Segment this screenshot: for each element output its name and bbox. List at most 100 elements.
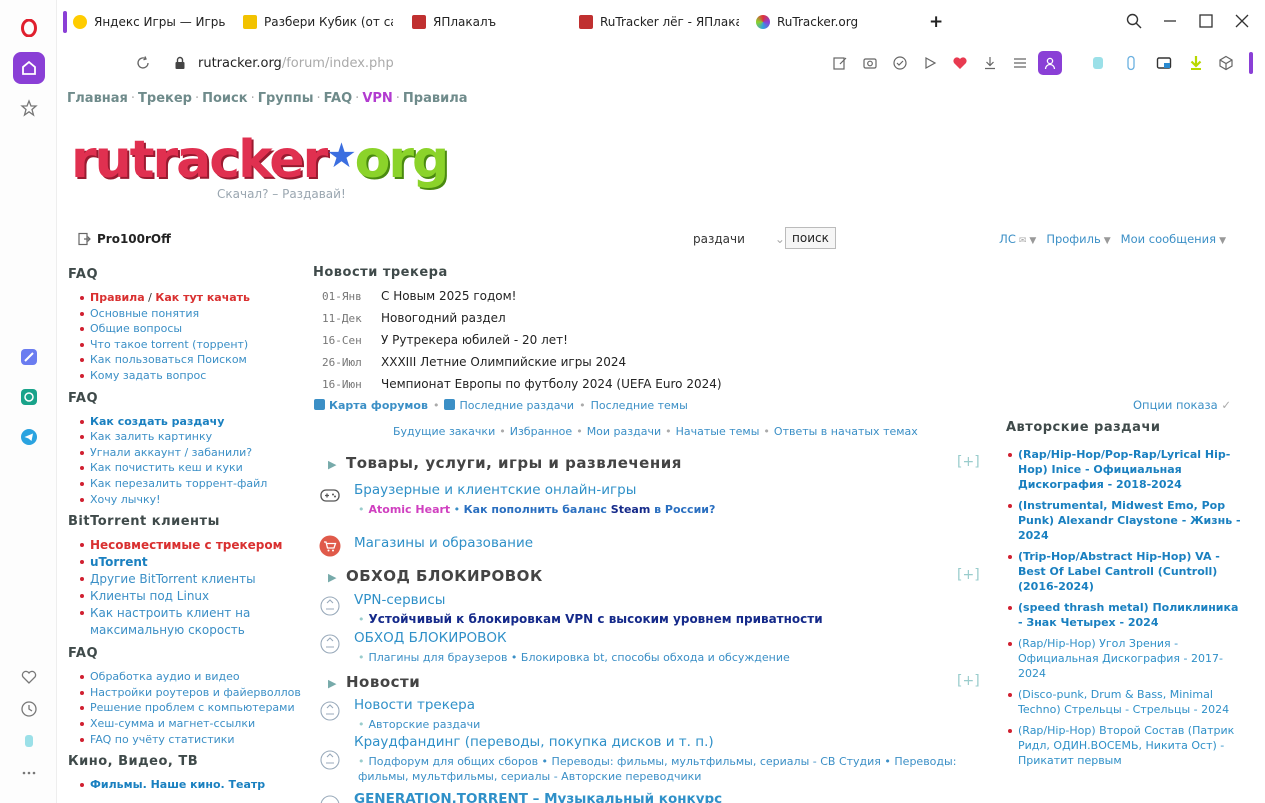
list-item[interactable]: (Disco-punk, Drum & Bass, Minimal Techno…: [1006, 687, 1246, 717]
subforum-links[interactable]: Подфорум для общих сборов • Переводы: фи…: [358, 755, 956, 783]
extension-cyan-icon[interactable]: [1090, 55, 1106, 71]
chevron-down-icon[interactable]: ▼: [1029, 236, 1036, 246]
display-options[interactable]: Опции показа ✓: [1133, 398, 1231, 412]
forum-map-link[interactable]: Карта форумов: [329, 399, 428, 412]
url-field[interactable]: rutracker.org/forum/index.php: [198, 56, 394, 71]
list-item[interactable]: Другие BitTorrent клиенты: [80, 571, 308, 588]
reload-icon[interactable]: [135, 55, 151, 71]
rules-link[interactable]: Правила: [90, 291, 145, 304]
forum-title-link[interactable]: Браузерные и клиентские онлайн-игры: [354, 482, 636, 498]
home-icon[interactable]: [13, 52, 45, 84]
recent-releases-link[interactable]: Последние раздачи: [459, 399, 574, 412]
list-item[interactable]: Фильмы. Наше кино. Театр: [80, 777, 308, 793]
maximize-icon[interactable]: [1197, 12, 1215, 30]
profile-button[interactable]: [1038, 51, 1062, 75]
list-item[interactable]: Как создать раздачу: [80, 414, 308, 430]
list-item[interactable]: Как пользоваться Поиском: [80, 352, 308, 368]
nav-rules[interactable]: Правила: [403, 91, 468, 106]
topic-link[interactable]: Устойчивый к блокировкам VPN с высоким у…: [369, 612, 823, 626]
forum-title-link[interactable]: Краудфандинг (переводы, покупка дисков и…: [354, 734, 714, 750]
cube-extension-icon[interactable]: [1218, 55, 1234, 71]
telegram-icon[interactable]: [13, 421, 45, 453]
news-link[interactable]: У Рутрекера юбилей - 20 лет!: [381, 333, 568, 347]
nav-groups[interactable]: Группы: [258, 91, 314, 106]
list-item[interactable]: (Rap/Hip-Hop) Второй Состав (Патрик Ридл…: [1006, 723, 1246, 768]
nav-tracker[interactable]: Трекер: [138, 91, 192, 106]
subforum-link[interactable]: Atomic Heart: [369, 503, 451, 516]
news-link[interactable]: Чемпионат Европы по футболу 2024 (UEFA E…: [381, 377, 722, 391]
easy-setup-icon[interactable]: [1012, 55, 1028, 71]
list-item[interactable]: (Trip-Hop/Abstract Hip-Hop) VA - Best Of…: [1006, 549, 1246, 594]
profile-link[interactable]: Профиль: [1046, 232, 1100, 246]
my-posts-link[interactable]: Мои сообщения: [1121, 232, 1216, 246]
downloads-icon[interactable]: [982, 55, 998, 71]
tab-rutracker-yaplakal[interactable]: RuTracker лёг - ЯПлакалъ: [579, 10, 739, 34]
list-item[interactable]: Угнали аккаунт / забанили?: [80, 445, 308, 461]
new-tab-button[interactable]: +: [929, 10, 949, 34]
chevron-down-icon[interactable]: ▼: [1219, 236, 1226, 246]
list-item[interactable]: Решение проблем с компьютерами: [80, 700, 308, 716]
tab-cube[interactable]: Разбери Кубик (от санк: [243, 10, 393, 34]
lock-icon[interactable]: [172, 55, 188, 71]
expand-button[interactable]: [+]: [957, 567, 980, 583]
aria-icon[interactable]: [13, 341, 45, 373]
snapshot-icon[interactable]: [862, 55, 878, 71]
security-icon[interactable]: [892, 55, 908, 71]
list-item[interactable]: Хеш-сумма и магнет-ссылки: [80, 716, 308, 732]
opera-logo-icon[interactable]: [13, 12, 45, 44]
heart-icon[interactable]: [13, 661, 45, 693]
download-arrow-icon[interactable]: [1188, 55, 1204, 71]
list-item[interactable]: Хочу лычку!: [80, 492, 308, 508]
topic-link[interactable]: Как пополнить баланс Steam в России?: [464, 503, 716, 516]
bookmarks-icon[interactable]: [13, 92, 45, 124]
history-icon[interactable]: [13, 693, 45, 725]
minimize-icon[interactable]: [1161, 12, 1179, 30]
list-item[interactable]: Настройки роутеров и файерволлов: [80, 685, 308, 701]
my-releases-link[interactable]: Мои раздачи: [587, 425, 661, 438]
news-link[interactable]: С Новым 2025 годом!: [381, 289, 516, 303]
expand-button[interactable]: [+]: [957, 673, 980, 689]
list-item[interactable]: (Rap/Hip-Hop/Pop-Rap/Lyrical Hip-Hop) In…: [1006, 447, 1246, 492]
private-messages-link[interactable]: ЛС: [999, 232, 1016, 246]
nav-faq[interactable]: FAQ: [324, 91, 353, 106]
list-item[interactable]: uTorrent: [80, 554, 308, 571]
category-news[interactable]: ▶ Новости: [328, 673, 420, 691]
news-link[interactable]: XXXIII Летние Олимпийские игры 2024: [381, 355, 626, 369]
list-item[interactable]: Кому задать вопрос: [80, 368, 308, 384]
category-bypass[interactable]: ▶ ОБХОД БЛОКИРОВОК: [328, 567, 543, 585]
nav-vpn[interactable]: VPN: [362, 91, 392, 106]
subforum-link[interactable]: Авторские раздачи: [369, 718, 481, 731]
tab-rutracker[interactable]: RuTracker.org: [756, 10, 906, 34]
list-item[interactable]: Как залить картинку: [80, 429, 308, 445]
chatgpt-icon[interactable]: [13, 381, 45, 413]
search-button[interactable]: поиск: [785, 227, 836, 249]
forum-title-link[interactable]: Новости трекера: [354, 697, 475, 713]
list-item[interactable]: Как перезалить торрент-файл: [80, 476, 308, 492]
favorite-heart-icon[interactable]: [952, 55, 968, 71]
username-link[interactable]: Pro100rOff: [97, 232, 171, 246]
category-goods[interactable]: ▶ Товары, услуги, игры и развлечения: [328, 454, 682, 472]
list-item[interactable]: Основные понятия: [80, 306, 308, 322]
how-to-download-link[interactable]: Как тут качать: [155, 291, 250, 304]
news-link[interactable]: Новогодний раздел: [381, 311, 506, 325]
started-topics-link[interactable]: Начатые темы: [676, 425, 760, 438]
list-item[interactable]: Как почистить кеш и куки: [80, 460, 308, 476]
search-tabs-icon[interactable]: [1125, 12, 1143, 30]
recent-topics-link[interactable]: Последние темы: [591, 399, 688, 412]
replies-link[interactable]: Ответы в начатых темах: [774, 425, 918, 438]
extension-icon[interactable]: [13, 725, 45, 757]
nav-search[interactable]: Поиск: [202, 91, 247, 106]
nav-home[interactable]: Главная: [67, 91, 128, 106]
list-item[interactable]: Как настроить клиент на максимальную ско…: [80, 605, 308, 639]
favorites-link[interactable]: Избранное: [510, 425, 572, 438]
list-item[interactable]: Общие вопросы: [80, 321, 308, 337]
list-item[interactable]: (speed thrash metal) Поликлиника - Знак …: [1006, 600, 1246, 630]
tab-yandex-games[interactable]: Яндекс Игры — Игры с: [73, 10, 225, 34]
forum-title-link[interactable]: ОБХОД БЛОКИРОВОК: [354, 630, 507, 646]
expand-button[interactable]: [+]: [957, 454, 980, 470]
list-item[interactable]: Несовместимые с трекером: [80, 537, 308, 554]
edit-page-icon[interactable]: [832, 55, 848, 71]
list-item[interactable]: Клиенты под Linux: [80, 588, 308, 605]
subforum-links[interactable]: Плагины для браузеров • Блокировка bt, с…: [369, 651, 790, 664]
more-icon[interactable]: [13, 757, 45, 789]
